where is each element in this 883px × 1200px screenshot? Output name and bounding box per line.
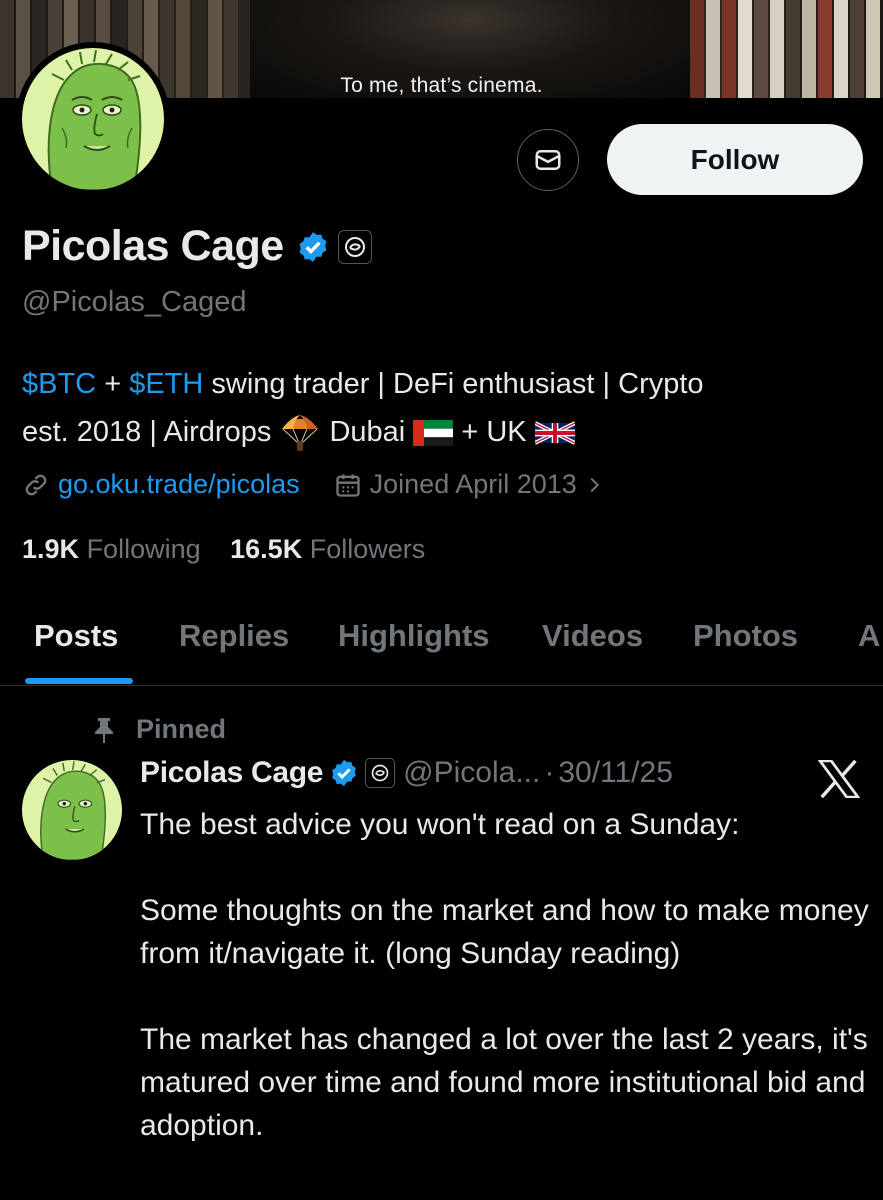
pin-icon — [95, 717, 113, 743]
follow-stats: 1.9K Following 16.5K Followers — [22, 534, 425, 565]
tweet-author-handle[interactable]: @Picola... — [403, 756, 540, 790]
tweet-paragraph: The market has changed a lot over the la… — [140, 1023, 868, 1142]
parachute-emoji — [282, 415, 319, 452]
profile-bio: $BTC + $ETH swing trader | DeFi enthusia… — [22, 360, 872, 456]
joined-date[interactable]: Joined April 2013 — [370, 469, 577, 500]
profile-tabs: Posts Replies Highlights Videos Photos A — [0, 614, 883, 686]
profile-handle: @Picolas_Caged — [22, 286, 247, 318]
chevron-right-icon[interactable] — [583, 471, 605, 499]
tab-videos[interactable]: Videos — [542, 618, 643, 654]
pinned-text: Pinned — [136, 714, 227, 744]
uk-flag — [534, 421, 575, 446]
following-stat[interactable]: 1.9K Following — [22, 534, 201, 564]
verified-badge-icon[interactable] — [329, 758, 359, 788]
bio-line-2: est. 2018 | Airdrops Dubai + UK — [22, 408, 872, 456]
tweet-separator: · — [544, 756, 555, 789]
bio-text: Dubai — [321, 416, 414, 448]
profile-avatar[interactable] — [16, 42, 170, 196]
followers-count: 16.5K — [230, 534, 303, 564]
profile-meta: go.oku.trade/picolas Joined April 2013 — [22, 469, 605, 500]
following-label: Following — [86, 534, 201, 564]
mail-icon — [535, 150, 561, 170]
verified-badge-icon[interactable] — [296, 230, 330, 264]
uae-flag — [413, 420, 454, 447]
cashtag-eth[interactable]: $ETH — [129, 368, 203, 400]
tab-photos[interactable]: Photos — [693, 618, 798, 654]
pinned-label: Pinned — [92, 714, 226, 745]
affiliate-logo-icon — [371, 764, 389, 782]
bio-text: est. 2018 | Airdrops — [22, 416, 280, 448]
affiliate-badge-icon[interactable] — [365, 758, 396, 788]
display-name: Picolas Cage — [22, 222, 284, 270]
affiliate-badge-icon[interactable] — [337, 229, 372, 264]
tweet-author-name[interactable]: Picolas Cage — [140, 756, 323, 790]
bio-text: swing trader | DeFi enthusiast | Crypto — [203, 368, 704, 400]
tweet-body[interactable]: The best advice you won't read on a Sund… — [140, 803, 875, 1190]
tweet-date[interactable]: 30/11/25 — [558, 756, 673, 790]
message-button[interactable] — [517, 129, 579, 191]
following-count: 1.9K — [22, 534, 80, 564]
cashtag-btc[interactable]: $BTC — [22, 368, 96, 400]
tab-posts[interactable]: Posts — [34, 618, 118, 654]
follow-button[interactable]: Follow — [607, 124, 863, 195]
bio-text: + — [96, 368, 130, 400]
bio-line-1: $BTC + $ETH swing trader | DeFi enthusia… — [22, 360, 872, 408]
tweet-paragraph: The best advice you won't read on a Sund… — [140, 808, 740, 841]
followers-stat[interactable]: 16.5K Followers — [230, 534, 425, 564]
x-logo-icon — [818, 760, 860, 798]
active-tab-indicator — [25, 678, 133, 684]
avatar-cactus-face-image — [40, 761, 106, 860]
affiliate-logo-icon — [344, 236, 365, 257]
tweet-paragraph: Some thoughts on the market and how to m… — [140, 894, 869, 970]
profile-name-row: Picolas Cage — [22, 222, 372, 271]
tab-articles[interactable]: A — [858, 618, 880, 654]
website-link[interactable]: go.oku.trade/picolas — [58, 469, 300, 500]
tweet-header: Picolas Cage @Picola... · 30/11/25 — [140, 756, 673, 790]
tweet-avatar[interactable] — [22, 760, 122, 860]
avatar-cactus-face-image — [47, 49, 142, 190]
link-icon — [25, 474, 47, 495]
tab-replies[interactable]: Replies — [179, 618, 289, 654]
calendar-icon — [335, 474, 360, 497]
tab-highlights[interactable]: Highlights — [338, 618, 490, 654]
bio-text: + UK — [453, 416, 535, 448]
followers-label: Followers — [309, 534, 426, 564]
